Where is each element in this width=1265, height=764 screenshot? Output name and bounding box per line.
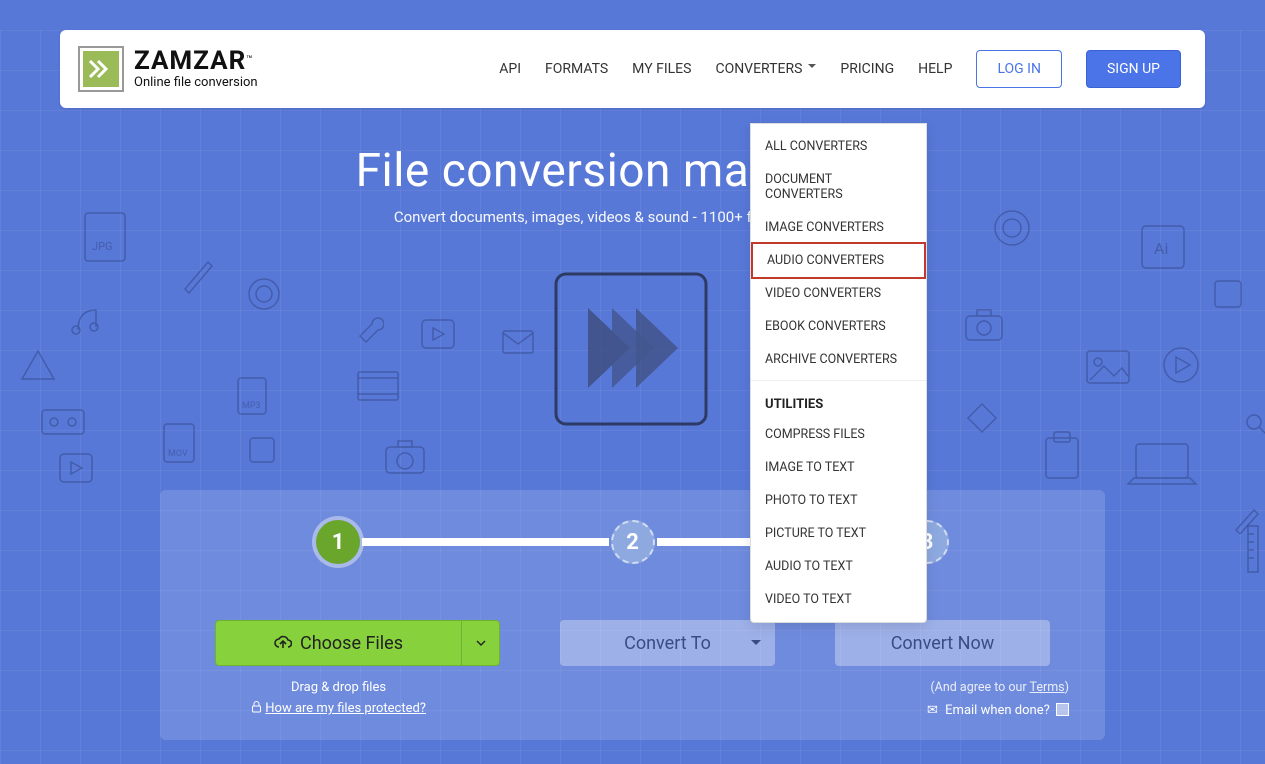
music-note-icon xyxy=(68,305,102,335)
hero: File conversion made easy Convert docume… xyxy=(0,144,1265,226)
cloud-upload-icon xyxy=(274,635,292,651)
ai-file-icon: Ai xyxy=(1136,220,1190,274)
wrench-icon xyxy=(352,312,384,344)
nav-formats[interactable]: FORMATS xyxy=(545,61,608,77)
svg-text:MOV: MOV xyxy=(168,449,188,459)
svg-text:Ai: Ai xyxy=(1154,239,1168,258)
camera-icon xyxy=(380,435,430,479)
dd-compress-files[interactable]: COMPRESS FILES xyxy=(751,418,926,451)
email-done-label: Email when done? xyxy=(945,703,1050,718)
choose-files-dropdown-button[interactable] xyxy=(461,621,499,665)
choose-files-label: Choose Files xyxy=(300,633,403,654)
converters-dropdown: ALL CONVERTERS DOCUMENT CONVERTERS IMAGE… xyxy=(750,123,927,623)
diamond-icon xyxy=(964,400,1000,436)
header-bar: ZAMZAR™ Online file conversion API FORMA… xyxy=(60,30,1205,108)
convert-now-button[interactable]: Convert Now xyxy=(835,620,1050,666)
choose-files-button[interactable]: Choose Files xyxy=(216,621,461,665)
dd-all-converters[interactable]: ALL CONVERTERS xyxy=(751,130,926,163)
controls-row: Choose Files Convert To Convert Now xyxy=(196,620,1069,666)
mov-file-icon: MOV xyxy=(160,420,198,466)
search-icon xyxy=(1244,412,1265,438)
convert-to-button[interactable]: Convert To xyxy=(560,620,775,666)
play-circle-icon xyxy=(1160,344,1202,386)
mp3-file-icon: MP3 xyxy=(234,374,270,418)
dd-ebook-converters[interactable]: EBOOK CONVERTERS xyxy=(751,310,926,343)
drag-drop-hint: Drag & drop files xyxy=(196,680,481,695)
svg-text:MP3: MP3 xyxy=(242,401,261,411)
dd-archive-converters[interactable]: ARCHIVE CONVERTERS xyxy=(751,343,926,376)
convert-now-label: Convert Now xyxy=(891,633,995,654)
pencil-icon xyxy=(180,254,214,294)
agree-suffix: ) xyxy=(1065,680,1069,695)
logo-title: ZAMZAR xyxy=(134,46,246,76)
laptop-icon xyxy=(1122,436,1202,492)
dd-image-converters[interactable]: IMAGE CONVERTERS xyxy=(751,211,926,244)
film-strip-icon xyxy=(354,366,402,406)
dropdown-divider xyxy=(751,380,926,381)
envelope-icon: ✉ xyxy=(927,703,938,718)
trademark-symbol: ™ xyxy=(246,55,252,66)
step-2: 2 xyxy=(611,520,655,564)
step-indicator: 1 2 3 xyxy=(196,520,1069,564)
dd-picture-to-text[interactable]: PICTURE TO TEXT xyxy=(751,517,926,550)
camera-icon xyxy=(960,304,1008,344)
play-square-icon xyxy=(56,450,96,486)
ruler-icon xyxy=(1246,524,1260,574)
logo[interactable]: ZAMZAR™ Online file conversion xyxy=(78,46,258,92)
dd-image-to-text[interactable]: IMAGE TO TEXT xyxy=(751,451,926,484)
convert-to-label: Convert To xyxy=(624,633,711,654)
nav-pricing[interactable]: PRICING xyxy=(840,61,894,77)
play-square-icon xyxy=(418,316,458,352)
agree-prefix: (And agree to our xyxy=(930,680,1029,695)
logo-subtitle: Online file conversion xyxy=(134,75,258,90)
nav-api[interactable]: API xyxy=(499,61,521,77)
login-button[interactable]: LOG IN xyxy=(976,50,1062,88)
dd-video-to-text[interactable]: VIDEO TO TEXT xyxy=(751,583,926,616)
nav-my-files[interactable]: MY FILES xyxy=(632,61,691,77)
triangle-icon xyxy=(18,345,58,385)
nav-help[interactable]: HELP xyxy=(918,61,952,77)
sketch-square-icon xyxy=(1210,276,1246,312)
signup-button[interactable]: SIGN UP xyxy=(1086,50,1181,88)
terms-link[interactable]: Terms xyxy=(1030,680,1065,695)
picture-icon xyxy=(1082,346,1134,388)
dd-document-converters[interactable]: DOCUMENT CONVERTERS xyxy=(751,163,926,211)
choose-files-group: Choose Files xyxy=(215,620,500,666)
email-done-checkbox[interactable] xyxy=(1056,703,1069,716)
dd-audio-to-text[interactable]: AUDIO TO TEXT xyxy=(751,550,926,583)
cassette-icon xyxy=(38,406,88,438)
big-logo-sketch-icon xyxy=(550,268,712,430)
step-line xyxy=(362,538,609,546)
dd-photo-to-text[interactable]: PHOTO TO TEXT xyxy=(751,484,926,517)
nav-converters[interactable]: CONVERTERS xyxy=(715,61,816,77)
dd-video-converters[interactable]: VIDEO CONVERTERS xyxy=(751,277,926,310)
step-1: 1 xyxy=(316,520,360,564)
nav: API FORMATS MY FILES CONVERTERS PRICING … xyxy=(499,50,1181,88)
meta-row: Drag & drop files How are my files prote… xyxy=(196,680,1069,718)
clipboard-icon xyxy=(1036,428,1088,482)
dd-audio-converters[interactable]: AUDIO CONVERTERS xyxy=(751,242,926,279)
files-protected-link[interactable]: How are my files protected? xyxy=(265,701,426,716)
hero-subtitle: Convert documents, images, videos & soun… xyxy=(0,208,1265,226)
logo-box-icon xyxy=(78,46,124,92)
mail-icon xyxy=(500,328,536,356)
lock-icon xyxy=(251,701,262,713)
dd-utilities-heading: UTILITIES xyxy=(751,385,926,418)
hero-title: File conversion made easy xyxy=(0,144,1265,198)
target-icon xyxy=(244,274,284,314)
conversion-card: 1 2 3 Choose Files Convert To Convert No… xyxy=(160,490,1105,740)
sketch-square-icon xyxy=(244,432,280,468)
chevron-down-icon xyxy=(476,640,486,646)
svg-text:JPG: JPG xyxy=(92,240,113,253)
